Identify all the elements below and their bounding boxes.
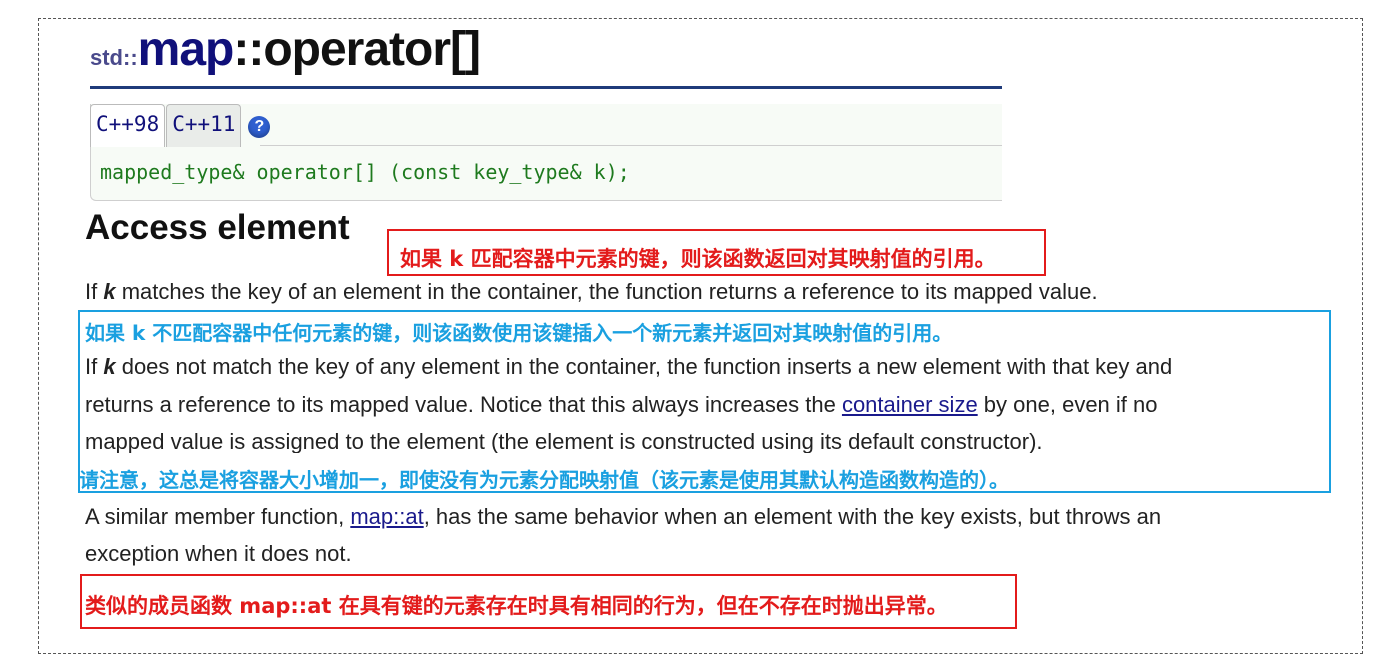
p3-post: , has the same behavior when an element … (423, 504, 1162, 529)
help-icon[interactable]: ? (248, 116, 271, 138)
p1-post: matches the key of an element in the con… (115, 279, 1098, 304)
p3-pre: A similar member function, (85, 504, 351, 529)
annotation-red-2: 类似的成员函数 map::at 在具有键的元素存在时具有相同的行为，但在不存在时… (80, 574, 1017, 629)
param-k: k (103, 354, 116, 379)
title-namespace: std:: (90, 45, 138, 70)
tab-cpp98[interactable]: C++98 (90, 104, 166, 147)
annotation-blue-1: 如果 k 不匹配容器中任何元素的键，则该函数使用该键插入一个新元素并返回对其映射… (85, 321, 953, 345)
annotation-blue-2: 请注意，这总是将容器大小增加一，即使没有为元素分配映射值（该元素是使用其默认构造… (79, 468, 1009, 492)
paragraph-3-line-2: exception when it does not. (85, 535, 352, 572)
p2-pre: If (85, 354, 104, 379)
section-heading: Access element (85, 208, 350, 247)
p3-line2: exception when it does not. (85, 541, 352, 566)
annotation-red-2-text: 类似的成员函数 map::at 在具有键的元素存在时具有相同的行为，但在不存在时… (85, 594, 948, 618)
title-underline (90, 86, 1002, 89)
paragraph-2-line-2: returns a reference to its mapped value.… (85, 386, 1157, 423)
p2-line2-post: by one, even if no (977, 392, 1158, 417)
p1-pre: If (85, 279, 104, 304)
p2-line2-pre: returns a reference to its mapped value.… (85, 392, 842, 417)
page-title: std::map::operator[] (90, 22, 481, 84)
map-at-link[interactable]: map::at (350, 504, 423, 529)
paragraph-1: If k matches the key of an element in th… (85, 273, 1098, 310)
tab-divider (260, 145, 1002, 146)
p2-line3: mapped value is assigned to the element … (85, 429, 1043, 453)
p2-line1-post: does not match the key of any element in… (115, 354, 1173, 379)
version-tabs: C++98 C++11 ? (90, 104, 271, 147)
param-k: k (103, 279, 116, 304)
paragraph-2-line-1: If k does not match the key of any eleme… (85, 348, 1172, 385)
container-size-link[interactable]: container size (842, 392, 978, 417)
tab-cpp11[interactable]: C++11 (166, 104, 242, 147)
paragraph-2-line-3: mapped value is assigned to the element … (85, 423, 1043, 453)
title-operator: ::operator[] (233, 23, 481, 76)
title-class-name: map (137, 23, 235, 76)
annotation-red-1-text: 如果 k 匹配容器中元素的键，则该函数返回对其映射值的引用。 (400, 247, 996, 271)
annotation-red-1: 如果 k 匹配容器中元素的键，则该函数返回对其映射值的引用。 (387, 229, 1046, 276)
declaration-code: mapped_type& operator[] (const key_type&… (100, 160, 630, 184)
paragraph-3-line-1: A similar member function, map::at, has … (85, 498, 1161, 535)
